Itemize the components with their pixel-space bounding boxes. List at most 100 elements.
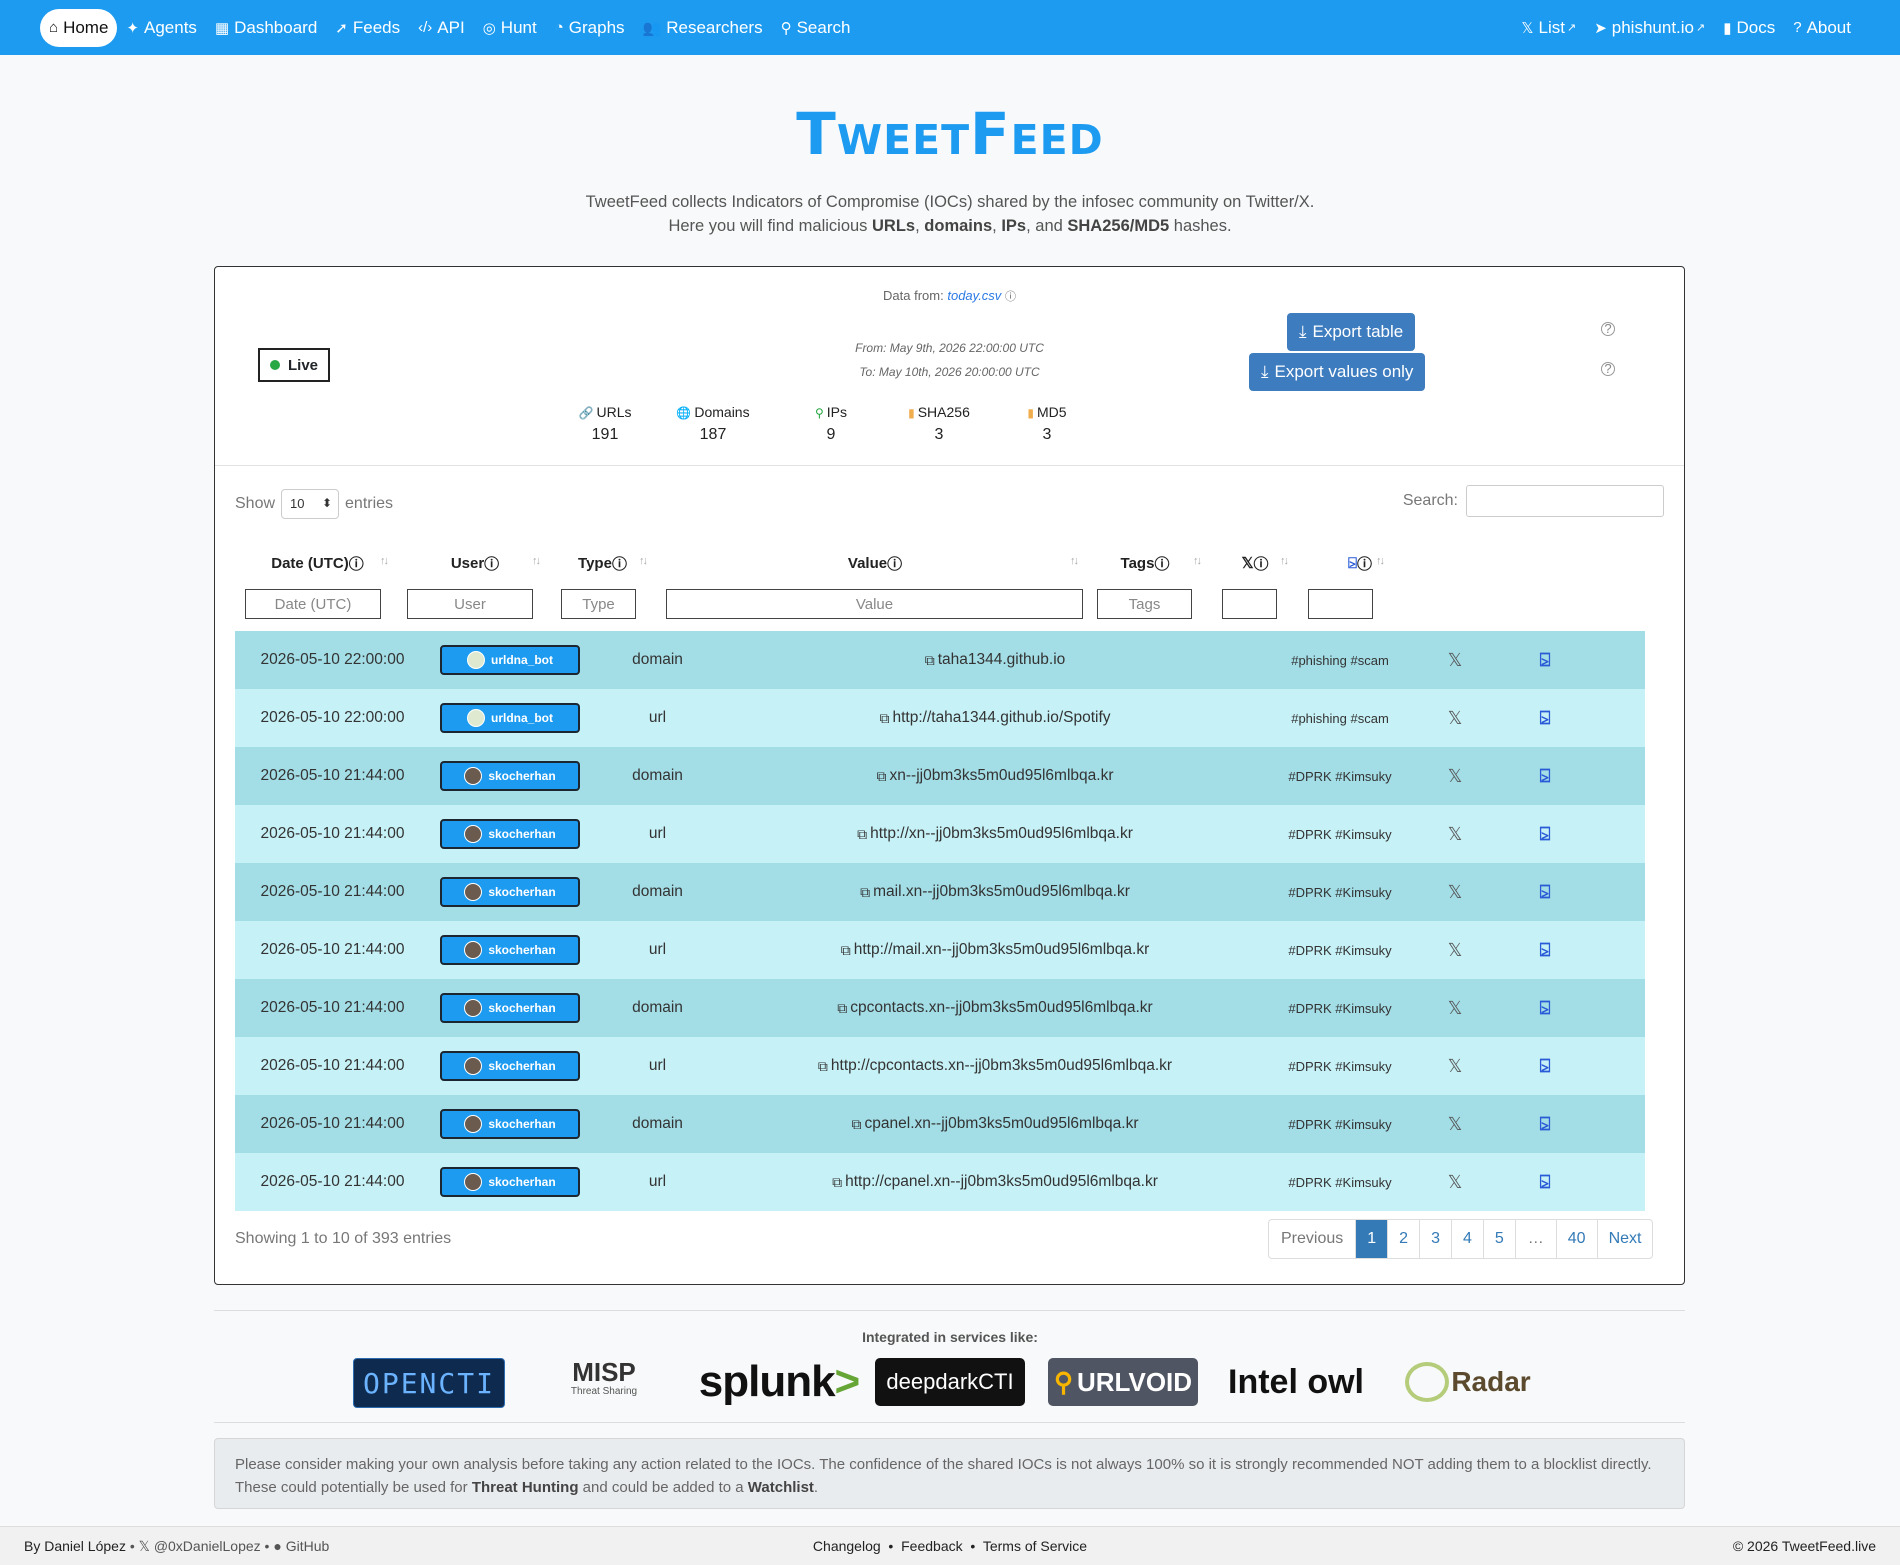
filter-type-input[interactable]: Type bbox=[561, 589, 636, 619]
x-logo-icon[interactable]: 𝕏 bbox=[1448, 824, 1463, 845]
nav-item-api[interactable]: ‹/› API bbox=[409, 10, 474, 46]
help-icon[interactable]: ? bbox=[1601, 322, 1615, 336]
nav-item-about[interactable]: ? About bbox=[1784, 10, 1860, 46]
user-badge-button[interactable]: skocherhan bbox=[440, 1167, 580, 1197]
ioc-value[interactable]: http://cpanel.xn--jj0bm3ks5m0ud95l6mlbqa… bbox=[845, 1173, 1158, 1191]
ioc-value[interactable]: http://cpcontacts.xn--jj0bm3ks5m0ud95l6m… bbox=[831, 1057, 1172, 1075]
user-badge-button[interactable]: urldna_bot bbox=[440, 645, 580, 675]
ioc-value[interactable]: http://mail.xn--jj0bm3ks5m0ud95l6mlbqa.k… bbox=[854, 941, 1149, 959]
query-icon[interactable]: ⍄ bbox=[1540, 766, 1551, 787]
splunk-logo[interactable]: splunk > bbox=[699, 1357, 860, 1406]
query-icon[interactable]: ⍄ bbox=[1540, 882, 1551, 903]
column-header-date[interactable]: Date (UTC) ⓘ bbox=[235, 543, 400, 583]
copy-icon[interactable]: ⧉ bbox=[841, 942, 851, 959]
x-logo-icon[interactable]: 𝕏 bbox=[1448, 998, 1463, 1019]
user-badge-button[interactable]: urldna_bot bbox=[440, 703, 580, 733]
page-button[interactable]: 3 bbox=[1420, 1220, 1452, 1258]
urlvoid-logo[interactable]: ⚲ URLVOID bbox=[1048, 1358, 1198, 1406]
x-logo-icon[interactable]: 𝕏 bbox=[1448, 882, 1463, 903]
nav-item-home[interactable]: ⌂ Home bbox=[40, 8, 118, 47]
previous-page-button[interactable]: Previous bbox=[1269, 1220, 1357, 1258]
nav-item-search[interactable]: ⚲ Search bbox=[772, 10, 860, 46]
nav-item-agents[interactable]: ✦ Agents bbox=[117, 10, 206, 46]
x-logo-icon[interactable]: 𝕏 bbox=[1448, 1172, 1463, 1193]
copy-icon[interactable]: ⧉ bbox=[857, 826, 867, 843]
query-icon[interactable]: ⍄ bbox=[1540, 824, 1551, 845]
x-logo-icon[interactable]: 𝕏 bbox=[1448, 650, 1463, 671]
ioc-value[interactable]: cpanel.xn--jj0bm3ks5m0ud95l6mlbqa.kr bbox=[865, 1115, 1139, 1133]
export-values-button[interactable]: ⤓ Export values only bbox=[1249, 353, 1426, 391]
user-badge-button[interactable]: skocherhan bbox=[440, 819, 580, 849]
sort-arrows-icon[interactable]: ↑↓ bbox=[380, 555, 389, 567]
query-icon[interactable]: ⍄ bbox=[1540, 940, 1551, 961]
nav-item-list[interactable]: 𝕏 List ↗ bbox=[1512, 10, 1585, 46]
copy-icon[interactable]: ⧉ bbox=[925, 652, 935, 669]
nav-item-dashboard[interactable]: ▦ Dashboard bbox=[206, 10, 326, 46]
ioc-value[interactable]: mail.xn--jj0bm3ks5m0ud95l6mlbqa.kr bbox=[873, 883, 1130, 901]
ioc-value[interactable]: http://taha1344.github.io/Spotify bbox=[892, 709, 1110, 727]
changelog-link[interactable]: Changelog bbox=[813, 1538, 881, 1554]
search-input[interactable] bbox=[1466, 485, 1664, 517]
query-icon[interactable]: ⍄ bbox=[1540, 1056, 1551, 1077]
user-badge-button[interactable]: skocherhan bbox=[440, 935, 580, 965]
nav-item-graphs[interactable]: ◔ Graphs bbox=[546, 10, 634, 46]
nav-item-phishunt-io[interactable]: ➤ phishunt.io ↗ bbox=[1585, 10, 1714, 46]
page-button[interactable]: 5 bbox=[1484, 1220, 1516, 1258]
sort-arrows-icon[interactable]: ↑↓ bbox=[1070, 555, 1079, 567]
help-icon[interactable]: ⓘ bbox=[1005, 291, 1016, 303]
copy-icon[interactable]: ⧉ bbox=[879, 710, 889, 727]
opencti-logo[interactable]: OPENCTI bbox=[353, 1358, 505, 1408]
user-badge-button[interactable]: skocherhan bbox=[440, 1109, 580, 1139]
column-header-value[interactable]: Value ⓘ bbox=[675, 543, 1075, 583]
page-button[interactable]: 2 bbox=[1388, 1220, 1421, 1258]
x-logo-icon[interactable]: 𝕏 bbox=[1448, 1114, 1463, 1135]
column-header-type[interactable]: Type ⓘ bbox=[555, 543, 650, 583]
query-icon[interactable]: ⍄ bbox=[1540, 1172, 1551, 1193]
x-logo-icon[interactable]: 𝕏 bbox=[1448, 708, 1463, 729]
data-source-link[interactable]: today.csv bbox=[947, 288, 1001, 303]
user-badge-button[interactable]: skocherhan bbox=[440, 877, 580, 907]
page-button[interactable]: 4 bbox=[1452, 1220, 1484, 1258]
page-button[interactable]: 40 bbox=[1557, 1220, 1598, 1258]
help-icon[interactable]: ? bbox=[1601, 362, 1615, 376]
nav-item-docs[interactable]: ▮ Docs bbox=[1714, 10, 1784, 46]
misp-logo[interactable]: MISP Threat Sharing bbox=[529, 1358, 679, 1406]
user-badge-button[interactable]: skocherhan bbox=[440, 993, 580, 1023]
query-icon[interactable]: ⍄ bbox=[1540, 1114, 1551, 1135]
filter-user-input[interactable]: User bbox=[407, 589, 533, 619]
nav-item-hunt[interactable]: ◎ Hunt bbox=[474, 10, 546, 46]
ioc-value[interactable]: cpcontacts.xn--jj0bm3ks5m0ud95l6mlbqa.kr bbox=[850, 999, 1152, 1017]
export-table-button[interactable]: ⤓ Export table bbox=[1287, 313, 1416, 351]
intelowl-logo[interactable]: Intel owl bbox=[1221, 1358, 1371, 1406]
nav-item-feeds[interactable]: ➚ Feeds bbox=[326, 10, 409, 46]
ioc-value[interactable]: taha1344.github.io bbox=[938, 651, 1066, 669]
filter-x-input[interactable] bbox=[1222, 589, 1277, 619]
deepdarkcti-logo[interactable]: deepdarkCTI bbox=[875, 1358, 1025, 1406]
sort-arrows-icon[interactable]: ↑↓ bbox=[639, 555, 648, 567]
copy-icon[interactable]: ⧉ bbox=[877, 768, 887, 785]
x-logo-icon[interactable]: 𝕏 bbox=[1448, 1056, 1463, 1077]
radar-logo[interactable]: Radar bbox=[1393, 1358, 1543, 1406]
query-icon[interactable]: ⍄ bbox=[1540, 998, 1551, 1019]
nav-item-researchers[interactable]: 👥 Researchers bbox=[634, 10, 772, 46]
copy-icon[interactable]: ⧉ bbox=[837, 1000, 847, 1017]
copy-icon[interactable]: ⧉ bbox=[818, 1058, 828, 1075]
column-header-user[interactable]: User ⓘ bbox=[405, 543, 545, 583]
query-icon[interactable]: ⍄ bbox=[1540, 650, 1551, 671]
column-header-tags[interactable]: Tags ⓘ bbox=[1095, 543, 1195, 583]
sort-arrows-icon[interactable]: ↑↓ bbox=[1376, 555, 1385, 567]
terms-link[interactable]: Terms of Service bbox=[983, 1538, 1087, 1554]
filter-query-input[interactable] bbox=[1308, 589, 1373, 619]
query-icon[interactable]: ⍄ bbox=[1540, 708, 1551, 729]
copy-icon[interactable]: ⧉ bbox=[860, 884, 870, 901]
column-header-query[interactable]: ⍄ ⓘ bbox=[1315, 543, 1405, 583]
x-logo-icon[interactable]: 𝕏 bbox=[1448, 940, 1463, 961]
copy-icon[interactable]: ⧉ bbox=[832, 1174, 842, 1191]
sort-arrows-icon[interactable]: ↑↓ bbox=[1280, 555, 1289, 567]
sort-arrows-icon[interactable]: ↑↓ bbox=[1193, 555, 1202, 567]
filter-date-input[interactable]: Date (UTC) bbox=[245, 589, 381, 619]
feedback-link[interactable]: Feedback bbox=[901, 1538, 962, 1554]
next-page-button[interactable]: Next bbox=[1598, 1220, 1653, 1258]
page-length-select[interactable]: 10 bbox=[281, 489, 340, 519]
ioc-value[interactable]: http://xn--jj0bm3ks5m0ud95l6mlbqa.kr bbox=[870, 825, 1133, 843]
